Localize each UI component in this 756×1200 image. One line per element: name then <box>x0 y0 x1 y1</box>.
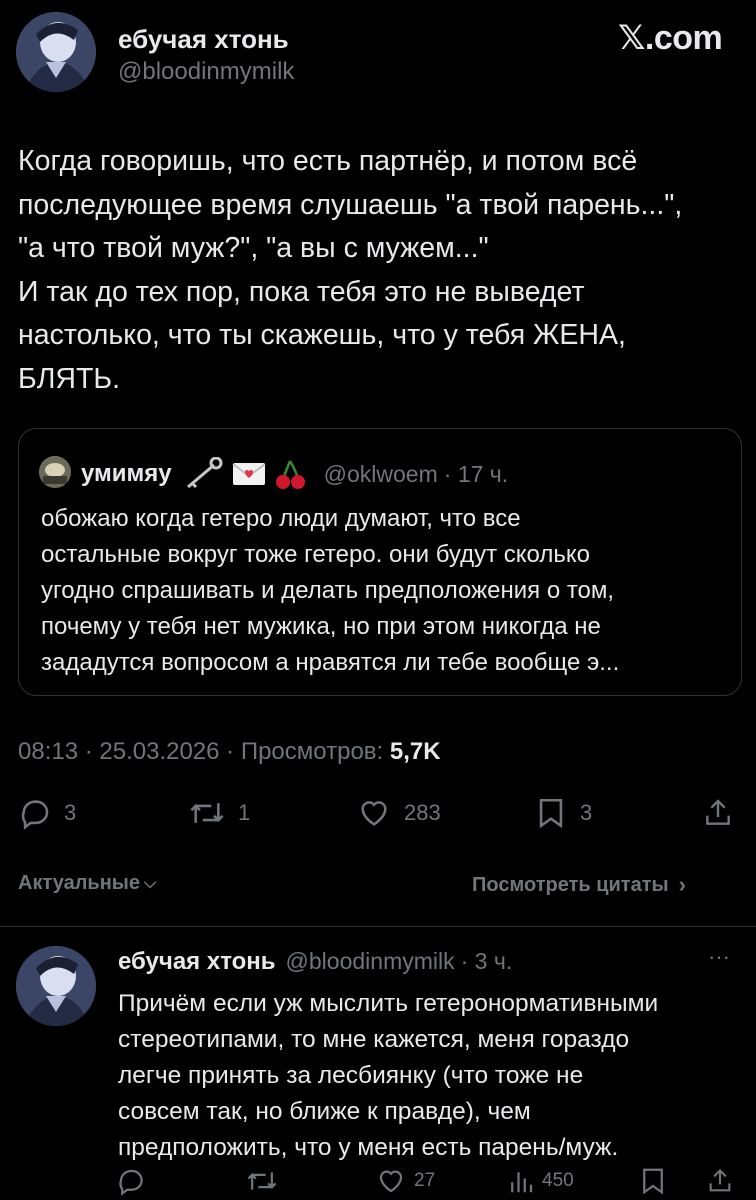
like-icon <box>361 801 387 826</box>
reply-text: Причём если уж мыслить гетеронормативным… <box>118 990 659 1161</box>
repost-count: 1 <box>238 800 251 825</box>
reply-views-button[interactable]: 450 <box>508 1166 574 1196</box>
sort-label: Актуальные <box>18 872 141 894</box>
reply-author-name[interactable]: ебучая хтонь <box>118 948 276 976</box>
x-logo-icon: 𝕏 <box>618 18 645 58</box>
quoted-tweet-text: обожаю когда гетеро люди думают, что все… <box>41 505 620 676</box>
reply-like-button[interactable]: 27 <box>376 1166 435 1196</box>
reply-icon <box>119 1169 143 1196</box>
bookmark-icon <box>643 1168 663 1195</box>
more-icon[interactable]: ··· <box>708 944 730 970</box>
reply-reply-button[interactable] <box>116 1166 146 1196</box>
reply-view-count: 450 <box>542 1170 574 1191</box>
reply-button[interactable]: 3 <box>18 796 76 830</box>
like-button[interactable]: 283 <box>356 796 441 830</box>
repost-button[interactable]: 1 <box>188 796 250 830</box>
like-count: 283 <box>404 800 441 825</box>
reply-icon <box>21 800 49 830</box>
quoted-tweet[interactable]: умимяу @oklwoem · 17 ч. обожаю когда гет… <box>18 428 742 696</box>
repost-icon <box>247 1172 277 1190</box>
avatar[interactable] <box>16 12 96 92</box>
reply-count: 3 <box>64 800 77 825</box>
chevron-right-icon: › <box>678 872 686 897</box>
quoted-author-handle: @oklwoem <box>323 460 438 487</box>
quoted-author-name: умимяу <box>81 460 172 487</box>
view-count: 5,7K <box>389 738 441 765</box>
reply-like-count: 27 <box>414 1170 436 1191</box>
views-icon <box>511 1172 533 1193</box>
sort-dropdown[interactable]: Актуальные ⌵ <box>18 872 156 895</box>
reply-avatar[interactable] <box>16 946 96 1026</box>
share-button[interactable] <box>702 796 734 830</box>
like-icon <box>379 1170 403 1193</box>
reply-author-handle[interactable]: @bloodinmymilk <box>286 948 455 975</box>
chevron-down-icon: ⌵ <box>144 874 157 892</box>
view-quotes-link[interactable]: Посмотреть цитаты › <box>472 872 686 898</box>
tweet-meta: 08:13 · 25.03.2026 · Просмотров: 5,7K <box>18 738 441 766</box>
share-icon <box>706 799 730 825</box>
reply-time: · 3 ч. <box>460 948 513 974</box>
reply-repost-button[interactable] <box>246 1166 278 1196</box>
view-quotes-label: Посмотреть цитаты <box>472 873 669 896</box>
cherry-icon <box>275 460 305 489</box>
quoted-time: · 17 ч. <box>443 460 509 487</box>
bookmark-icon <box>539 798 563 829</box>
divider <box>0 926 756 927</box>
tweet-text: Когда говоришь, что есть партнёр, и пото… <box>18 145 683 395</box>
quoted-avatar <box>39 456 71 488</box>
share-icon <box>709 1169 731 1192</box>
author-name[interactable]: ебучая хтонь <box>118 24 289 55</box>
envelope-icon <box>232 463 266 485</box>
reply-bookmark-button[interactable] <box>640 1166 666 1196</box>
quoted-author-emoji <box>184 457 308 491</box>
bookmark-count: 3 <box>580 800 593 825</box>
repost-icon <box>190 803 224 823</box>
x-logo: 𝕏.com <box>618 18 723 58</box>
author-handle[interactable]: @bloodinmymilk <box>118 58 294 86</box>
timestamp: 08:13 · 25.03.2026 · Просмотров: <box>18 738 390 765</box>
key-icon <box>186 457 223 489</box>
bookmark-button[interactable]: 3 <box>536 796 592 830</box>
reply-share-button[interactable] <box>706 1166 734 1196</box>
x-logo-domain: .com <box>644 19 723 57</box>
